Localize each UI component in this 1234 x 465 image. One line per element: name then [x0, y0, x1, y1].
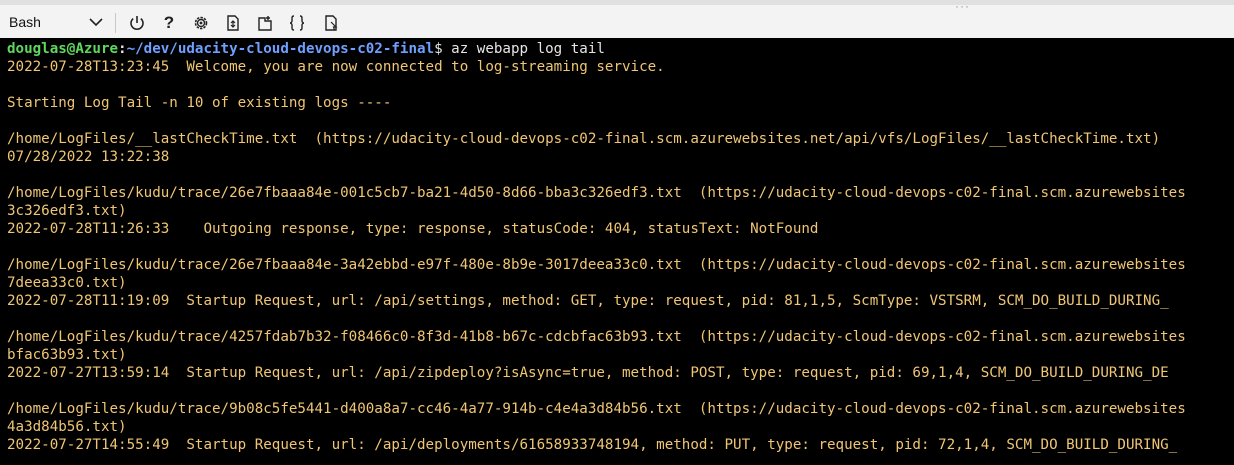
- power-icon[interactable]: [126, 12, 148, 34]
- log-line: 2022-07-27T13:59:14 Startup Request, url…: [7, 365, 1169, 381]
- prompt-line: douglas@Azure:~/dev/udacity-cloud-devops…: [7, 40, 1234, 58]
- web-preview-icon[interactable]: [320, 12, 342, 34]
- upload-download-icon[interactable]: [222, 12, 244, 34]
- log-line: /home/LogFiles/__lastCheckTime.txt (http…: [7, 131, 1161, 147]
- log-line: 4a3d84b56.txt): [7, 419, 127, 435]
- cloud-shell-toolbar: ··· Bash ?: [0, 0, 1234, 38]
- shell-selector[interactable]: Bash: [0, 9, 108, 35]
- log-line: 7deea33c0.txt): [7, 275, 127, 291]
- prompt-command: az webapp log tail: [442, 41, 605, 57]
- log-line: 2022-07-27T14:55:49 Startup Request, url…: [7, 437, 1178, 453]
- prompt-user-host: douglas@Azure: [7, 41, 119, 57]
- log-line: Starting Log Tail -n 10 of existing logs…: [7, 95, 392, 111]
- prompt-colon: :: [118, 41, 127, 57]
- braces-icon[interactable]: [286, 12, 308, 34]
- settings-icon[interactable]: [190, 12, 212, 34]
- log-line: /home/LogFiles/kudu/trace/26e7fbaaa84e-0…: [7, 185, 1186, 201]
- prompt-symbol: $: [434, 41, 443, 57]
- chevron-down-icon: [88, 14, 104, 30]
- terminal-output[interactable]: douglas@Azure:~/dev/udacity-cloud-devops…: [0, 38, 1234, 465]
- log-line: /home/LogFiles/kudu/trace/4257fdab7b32-f…: [7, 329, 1186, 345]
- resize-grip[interactable]: ···: [955, 0, 970, 13]
- prompt-path: ~/dev/udacity-cloud-devops-c02-final: [126, 41, 435, 57]
- toolbar-divider: [115, 13, 116, 33]
- log-line: /home/LogFiles/kudu/trace/9b08c5fe5441-d…: [7, 401, 1186, 417]
- log-line: 2022-07-28T11:19:09 Startup Request, url…: [7, 293, 1169, 309]
- log-line: 3c326edf3.txt): [7, 203, 127, 219]
- log-line: 07/28/2022 13:22:38: [7, 149, 170, 165]
- log-line: 2022-07-28T13:23:45 Welcome, you are now…: [7, 59, 665, 75]
- log-line: /home/LogFiles/kudu/trace/26e7fbaaa84e-3…: [7, 257, 1186, 273]
- log-line: 2022-07-28T11:26:33 Outgoing response, t…: [7, 221, 819, 237]
- help-icon[interactable]: ?: [158, 12, 180, 34]
- open-editor-icon[interactable]: [254, 12, 276, 34]
- log-line: bfac63b93.txt): [7, 347, 127, 363]
- shell-selector-label: Bash: [9, 14, 41, 30]
